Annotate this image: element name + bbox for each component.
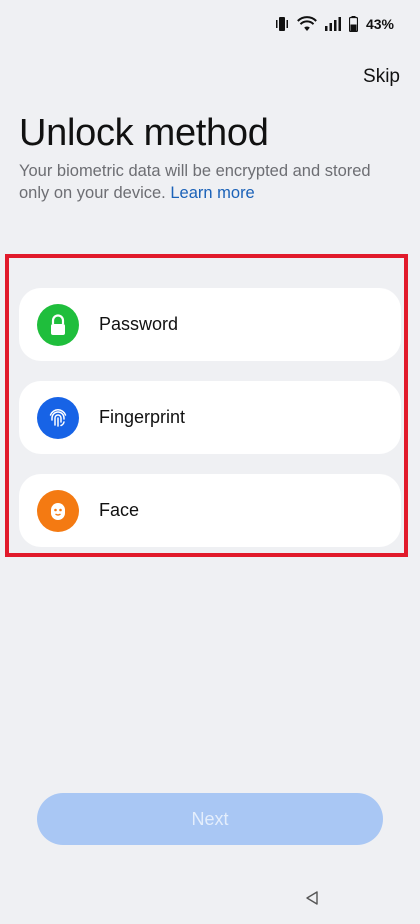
status-bar: 43%	[0, 0, 420, 48]
battery-icon	[348, 16, 358, 32]
nav-back-icon[interactable]	[303, 889, 321, 907]
option-label: Face	[99, 500, 140, 520]
face-icon	[37, 489, 79, 532]
page-title: Unlock method	[19, 112, 269, 154]
option-fingerprint[interactable]: Fingerprint	[19, 381, 401, 454]
fingerprint-icon	[37, 396, 79, 439]
lock-icon	[37, 303, 79, 346]
next-button[interactable]: Next	[37, 793, 383, 845]
wifi-icon	[297, 16, 317, 32]
option-label: Password	[99, 314, 179, 334]
page-subtitle: Your biometric data will be encrypted an…	[19, 160, 399, 204]
screen: 43% Skip Unlock method Your biometric da…	[0, 0, 420, 924]
learn-more-link[interactable]: Learn more	[170, 184, 254, 202]
option-label: Fingerprint	[99, 407, 186, 427]
option-face[interactable]: Face	[19, 474, 401, 547]
signal-icon	[324, 17, 341, 31]
battery-percentage: 43%	[365, 16, 394, 32]
vibrate-icon	[275, 16, 289, 32]
option-password[interactable]: Password	[19, 288, 401, 361]
skip-button[interactable]: Skip	[363, 66, 400, 88]
